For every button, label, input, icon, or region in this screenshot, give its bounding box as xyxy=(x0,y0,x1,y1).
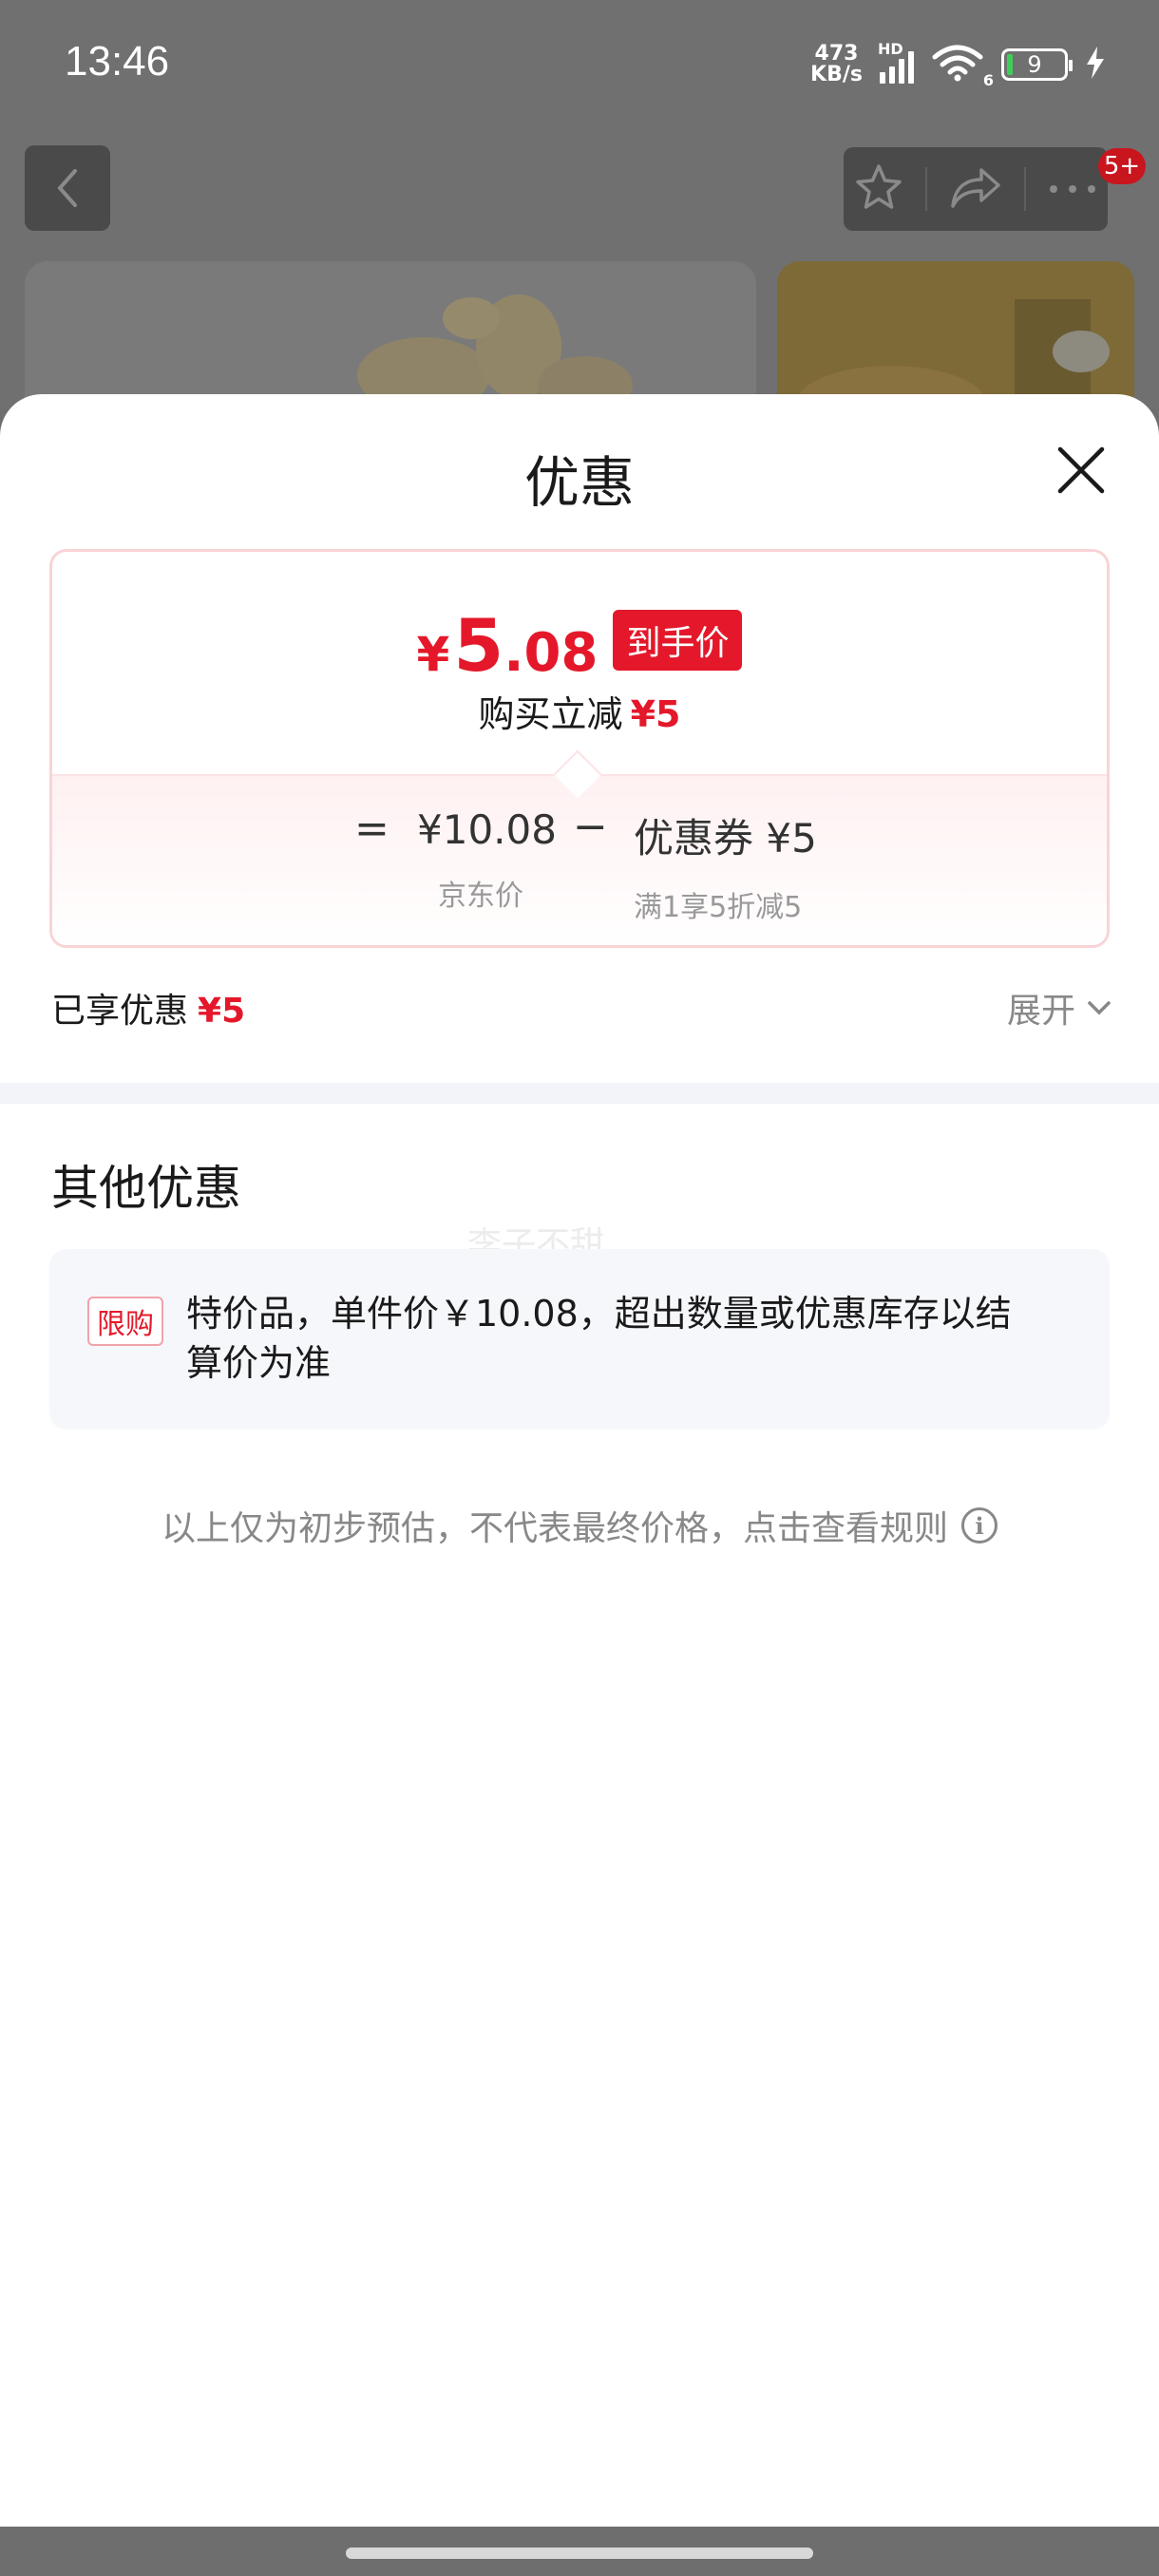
enjoyed-discount: 已享优惠 ¥5 xyxy=(51,983,245,1032)
enjoyed-amount: ¥5 xyxy=(198,992,246,1031)
status-time: 13:46 xyxy=(65,38,170,85)
battery-icon: 9 xyxy=(1001,48,1073,81)
coupon-item: 优惠券 ¥5 满1享5折减5 xyxy=(634,806,817,925)
final-price-decimal: .08 xyxy=(504,622,598,684)
reduction-amount: ¥5 xyxy=(630,693,681,735)
base-price-label: 京东价 xyxy=(438,880,523,913)
info-icon: i xyxy=(961,1507,998,1544)
price-breakdown-card: ¥ 5 .08 到手价 购买立减 ¥5 = ¥10.08 京东价 − 优惠券 ¥5… xyxy=(49,549,1110,948)
expand-button[interactable]: 展开 xyxy=(1007,983,1112,1032)
rules-link[interactable]: 以上仅为初步预估，不代表最终价格，点击查看规则 i xyxy=(0,1501,1159,1550)
more-dots-icon xyxy=(1049,184,1095,193)
close-icon xyxy=(1057,446,1105,494)
footnote-text: 以上仅为初步预估，不代表最终价格，点击查看规则 xyxy=(161,1509,948,1548)
final-price-currency: ¥ xyxy=(416,627,450,682)
cell-signal-icon: HD xyxy=(878,40,914,84)
network-speed-unit: KB/s xyxy=(810,63,863,86)
enjoyed-label: 已享优惠 xyxy=(51,992,189,1031)
other-discounts-title: 其他优惠 xyxy=(51,1161,241,1216)
top-actions xyxy=(844,147,1108,231)
equals-sign: = xyxy=(354,805,390,853)
share-button[interactable] xyxy=(949,164,1002,214)
close-button[interactable] xyxy=(1053,442,1110,499)
wifi-icon: 6 xyxy=(931,44,994,89)
charging-icon xyxy=(1085,47,1106,83)
coupon-label: 满1享5折减5 xyxy=(634,891,803,924)
back-button[interactable] xyxy=(25,145,110,231)
reduction-label: 购买立减 xyxy=(478,693,623,735)
base-price-value: ¥10.08 xyxy=(417,806,557,853)
status-bar: 13:46 473 KB/s HD 6 9 xyxy=(0,0,1159,133)
section-divider xyxy=(0,1083,1159,1104)
final-price: ¥ 5 .08 到手价 xyxy=(52,603,1107,688)
purchase-reduction: 购买立减 ¥5 xyxy=(52,685,1107,737)
cart-badge: 5+ xyxy=(1098,148,1146,184)
status-indicators: 473 KB/s HD 6 9 xyxy=(810,40,1106,89)
price-calculation: = ¥10.08 京东价 − 优惠券 ¥5 满1享5折减5 xyxy=(52,774,1107,945)
favorite-button[interactable] xyxy=(854,162,903,216)
expand-label: 展开 xyxy=(1006,992,1075,1031)
minus-sign: − xyxy=(573,803,608,851)
network-speed-value: 473 xyxy=(814,42,859,66)
discount-sheet: 优惠 ¥ 5 .08 到手价 购买立减 ¥5 = ¥10.08 京东价 − 优惠… xyxy=(0,394,1159,2527)
wifi-version-label: 6 xyxy=(982,71,994,89)
home-indicator[interactable] xyxy=(346,2548,813,2559)
final-price-tag: 到手价 xyxy=(613,609,743,671)
coupon-value: 优惠券 ¥5 xyxy=(634,815,817,862)
limit-purchase-tag: 限购 xyxy=(87,1297,163,1346)
sheet-title: 优惠 xyxy=(523,450,635,515)
chevron-left-icon xyxy=(57,169,77,207)
battery-level: 9 xyxy=(1027,51,1042,78)
share-icon xyxy=(951,168,1000,208)
final-price-integer: 5 xyxy=(453,603,504,688)
base-price-item: ¥10.08 京东价 xyxy=(417,806,557,914)
more-button[interactable] xyxy=(1048,180,1097,199)
chevron-down-icon xyxy=(1088,1001,1111,1015)
promo-card: 限购 特价品，单件价￥10.08，超出数量或优惠库存以结算价为准 xyxy=(49,1249,1110,1430)
final-price-section: ¥ 5 .08 到手价 购买立减 ¥5 xyxy=(52,552,1107,774)
promo-description: 特价品，单件价￥10.08，超出数量或优惠库存以结算价为准 xyxy=(186,1293,1012,1384)
network-speed: 473 KB/s xyxy=(810,44,863,85)
hd-label: HD xyxy=(878,40,903,58)
background-page: 13:46 473 KB/s HD 6 9 5+ xyxy=(0,0,1159,423)
star-icon xyxy=(856,164,902,209)
